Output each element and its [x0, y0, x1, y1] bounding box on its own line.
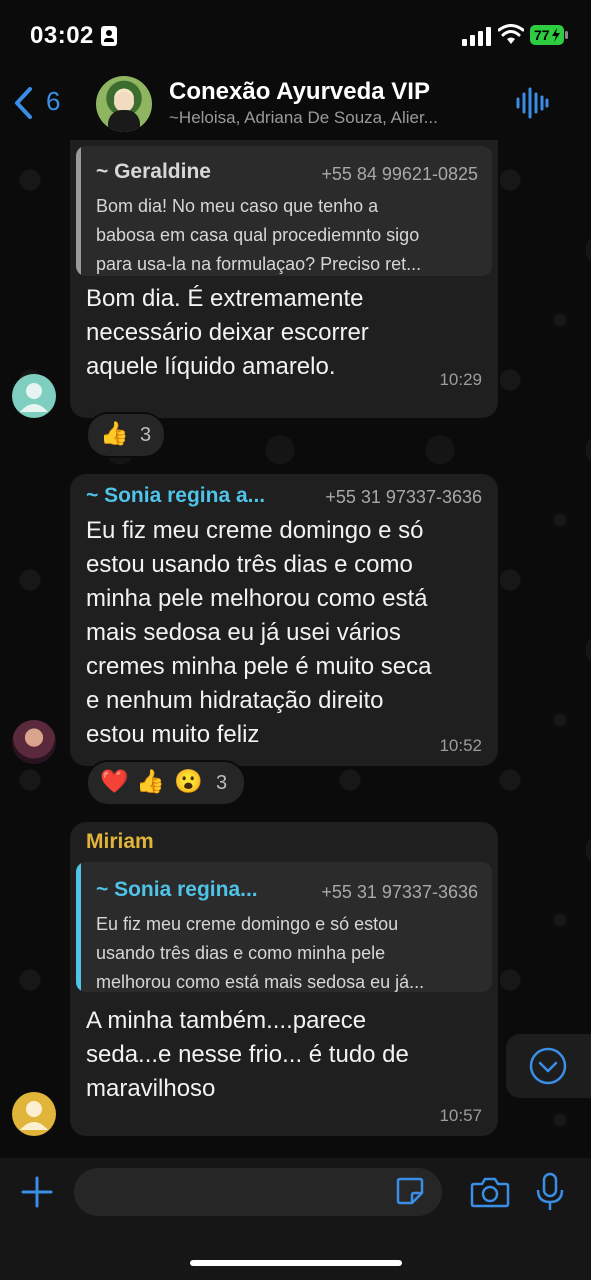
person-icon — [20, 1101, 48, 1130]
message-time: 10:57 — [439, 1106, 482, 1125]
message-input[interactable] — [74, 1168, 442, 1216]
message-line-1: Bom dia. É extremamente — [86, 285, 364, 312]
reaction-count: 3 — [140, 424, 152, 446]
message-line-2: estou usando três dias e como — [86, 551, 413, 578]
quoted-line-2: babosa em casa qual procediemnto sigo — [96, 225, 420, 245]
quoted-sender-phone: +55 84 99621-0825 — [321, 164, 478, 184]
battery-icon: 77 — [530, 25, 568, 45]
cellular-signal-icon — [462, 27, 491, 46]
message-line-3: aquele líquido amarelo. — [86, 353, 336, 380]
group-avatar[interactable] — [96, 76, 152, 132]
reactions-pill-2[interactable]: ❤️ 👍 😮 3 — [86, 760, 246, 806]
message-line-2: seda...e nesse frio... é tudo de — [86, 1041, 409, 1068]
reaction-emoji: 👍 — [136, 768, 165, 794]
sender-phone: +55 31 97337-3636 — [325, 487, 482, 507]
reactions-pill-1[interactable]: 👍 3 — [86, 412, 166, 458]
sender-name: ~ Sonia regina a... — [86, 484, 266, 507]
scroll-to-bottom-button[interactable] — [506, 1034, 591, 1098]
camera-icon[interactable] — [470, 1175, 510, 1209]
message-line-3: maravilhoso — [86, 1075, 216, 1102]
microphone-icon[interactable] — [535, 1172, 565, 1212]
battery-indicator: 77 — [530, 24, 570, 46]
sender-avatar-miriam[interactable] — [12, 1092, 56, 1136]
message-line-3: minha pele melhorou como está — [86, 585, 428, 612]
message-time: 10:52 — [439, 736, 482, 755]
reaction-emoji: 😮 — [174, 768, 203, 794]
message-line-2: necessário deixar escorrer — [86, 319, 369, 346]
status-time: 03:02 — [30, 22, 94, 49]
sticker-icon[interactable] — [395, 1176, 425, 1206]
sender-avatar-default[interactable] — [12, 374, 56, 418]
message-line-6: e nenhum hidratação direito — [86, 687, 384, 714]
message-time: 10:29 — [439, 370, 482, 389]
reaction-emoji: ❤️ — [100, 768, 129, 794]
message-bubble-3[interactable]: Miriam ~ Sonia regina... +55 31 97337-36… — [70, 822, 498, 1136]
quoted-sender-phone: +55 31 97337-3636 — [321, 882, 478, 902]
chevron-down-circle-icon — [529, 1047, 567, 1085]
message-line-1: A minha também....parece — [86, 1007, 367, 1034]
quoted-line-3: para usa-la na formulaçao? Preciso ret..… — [96, 254, 422, 274]
group-title[interactable]: Conexão Ayurveda VIP — [169, 78, 430, 106]
quoted-line-3: melhorou como está mais sedosa eu já... — [96, 972, 425, 992]
wifi-icon — [498, 24, 524, 44]
message-line-5: cremes minha pele é muito seca — [86, 653, 432, 680]
quoted-sender-name: ~ Sonia regina... — [96, 878, 258, 901]
message-line-7: estou muito feliz — [86, 721, 260, 748]
plus-icon[interactable] — [20, 1175, 54, 1209]
message-bubble-1[interactable]: ~ Geraldine +55 84 99621-0825 Bom dia! N… — [70, 140, 498, 418]
sender-name: Miriam — [86, 830, 154, 853]
quoted-message-1[interactable]: ~ Geraldine +55 84 99621-0825 Bom dia! N… — [76, 146, 492, 276]
quoted-line-1: Eu fiz meu creme domingo e só estou — [96, 914, 399, 934]
quoted-line-2: usando três dias e como minha pele — [96, 943, 386, 963]
message-line-4: mais sedosa eu já usei vários — [86, 619, 401, 646]
home-indicator — [190, 1260, 402, 1266]
unread-chats-count[interactable]: 6 — [46, 86, 60, 117]
back-chevron-icon[interactable] — [12, 86, 36, 120]
battery-level: 77 — [534, 27, 550, 43]
person-icon — [20, 383, 48, 412]
quoted-line-1: Bom dia! No meu caso que tenho a — [96, 196, 379, 216]
message-line-1: Eu fiz meu creme domingo e só — [86, 517, 424, 544]
reaction-count: 3 — [216, 772, 228, 794]
contact-card-icon — [101, 26, 117, 46]
chat-area[interactable]: ~ Geraldine +55 84 99621-0825 Bom dia! N… — [0, 140, 591, 1158]
voice-chat-icon[interactable] — [515, 86, 549, 120]
message-bubble-2[interactable]: ~ Sonia regina a... +55 31 97337-3636 Eu… — [70, 474, 498, 766]
quoted-message-2[interactable]: ~ Sonia regina... +55 31 97337-3636 Eu f… — [76, 862, 492, 992]
group-members[interactable]: ~Heloisa, Adriana De Souza, Alier... — [169, 108, 489, 128]
sender-avatar-sonia[interactable] — [12, 720, 56, 764]
quoted-sender-name: ~ Geraldine — [96, 160, 211, 183]
reaction-emoji: 👍 — [100, 420, 129, 446]
